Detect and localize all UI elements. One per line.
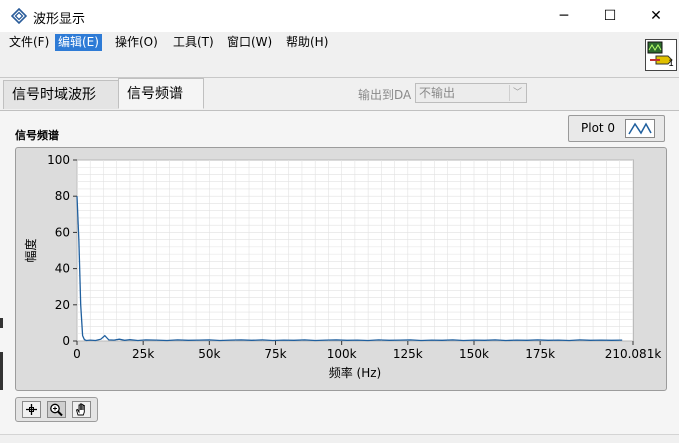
x-tick-label: 0: [73, 347, 81, 361]
vi-icon[interactable]: 1: [645, 39, 677, 71]
menu-tools[interactable]: 工具(T): [170, 34, 217, 51]
window-title: 波形显示: [33, 12, 86, 27]
tab-spectrum[interactable]: 信号频谱: [118, 78, 204, 109]
plot-legend[interactable]: Plot 0: [568, 115, 665, 142]
edge-marker: [0, 352, 3, 390]
x-tick-label: 150k: [459, 347, 489, 361]
x-tick-label: 25k: [132, 347, 154, 361]
x-tick-label: 125k: [393, 347, 423, 361]
menu-help[interactable]: 帮助(H): [283, 34, 331, 51]
x-tick-label: 210.081k: [605, 347, 662, 361]
close-button[interactable]: ✕: [633, 0, 679, 32]
menu-window[interactable]: 窗口(W): [224, 34, 275, 51]
y-tick-label: 40: [55, 262, 70, 276]
edge-marker: [0, 318, 3, 328]
x-tick-label: 75k: [264, 347, 286, 361]
graph-label: 信号频谱: [15, 129, 59, 142]
zoom-icon[interactable]: [47, 401, 66, 418]
title-bar: 波形显示 ─ ☐ ✕: [0, 0, 679, 32]
output-da-select[interactable]: 不输出 ﹀: [415, 83, 527, 103]
output-da-label: 输出到DA: [358, 88, 412, 102]
y-tick-label: 20: [55, 298, 70, 312]
output-da-value: 不输出: [419, 86, 456, 100]
labview-diamond-icon: [11, 8, 27, 24]
menu-edit[interactable]: 编辑(E): [55, 34, 102, 51]
y-tick-label: 100: [47, 153, 70, 167]
y-tick-label: 60: [55, 225, 70, 239]
graph-palette: [15, 397, 98, 422]
maximize-button[interactable]: ☐: [587, 0, 633, 32]
toolbar: [0, 53, 679, 78]
legend-line-swatch-icon: [625, 119, 655, 138]
x-tick-label: 50k: [198, 347, 220, 361]
y-axis-label: 幅度: [23, 238, 38, 262]
x-tick-label: 100k: [327, 347, 357, 361]
tab-strip: 信号时域波形 信号频谱: [0, 78, 679, 110]
chevron-down-icon[interactable]: ﹀: [509, 85, 525, 101]
pan-hand-icon[interactable]: [72, 401, 91, 418]
y-tick-label: 80: [55, 189, 70, 203]
legend-plot-name: Plot 0: [581, 121, 616, 135]
vi-icon-label: 1: [668, 59, 674, 69]
waveform-graph-frame: 0 25k 50k 75k 100k 125k 150k 175k 210.081k 0 20 40 6…: [15, 147, 667, 391]
y-tick-label: 0: [62, 334, 70, 348]
spectrum-chart[interactable]: 0 25k 50k 75k 100k 125k 150k 175k 210.081k 0 20 40 6…: [16, 148, 666, 390]
crosshair-icon[interactable]: [22, 401, 41, 418]
minimize-button[interactable]: ─: [541, 0, 587, 32]
x-axis-label: 频率 (Hz): [329, 365, 382, 380]
x-tick-label: 175k: [525, 347, 555, 361]
tab-time-domain[interactable]: 信号时域波形: [3, 80, 119, 109]
menu-bar: 文件(F) 编辑(E) 操作(O) 工具(T) 窗口(W) 帮助(H): [0, 32, 679, 53]
menu-operate[interactable]: 操作(O): [112, 34, 161, 51]
menu-file[interactable]: 文件(F): [6, 34, 52, 51]
